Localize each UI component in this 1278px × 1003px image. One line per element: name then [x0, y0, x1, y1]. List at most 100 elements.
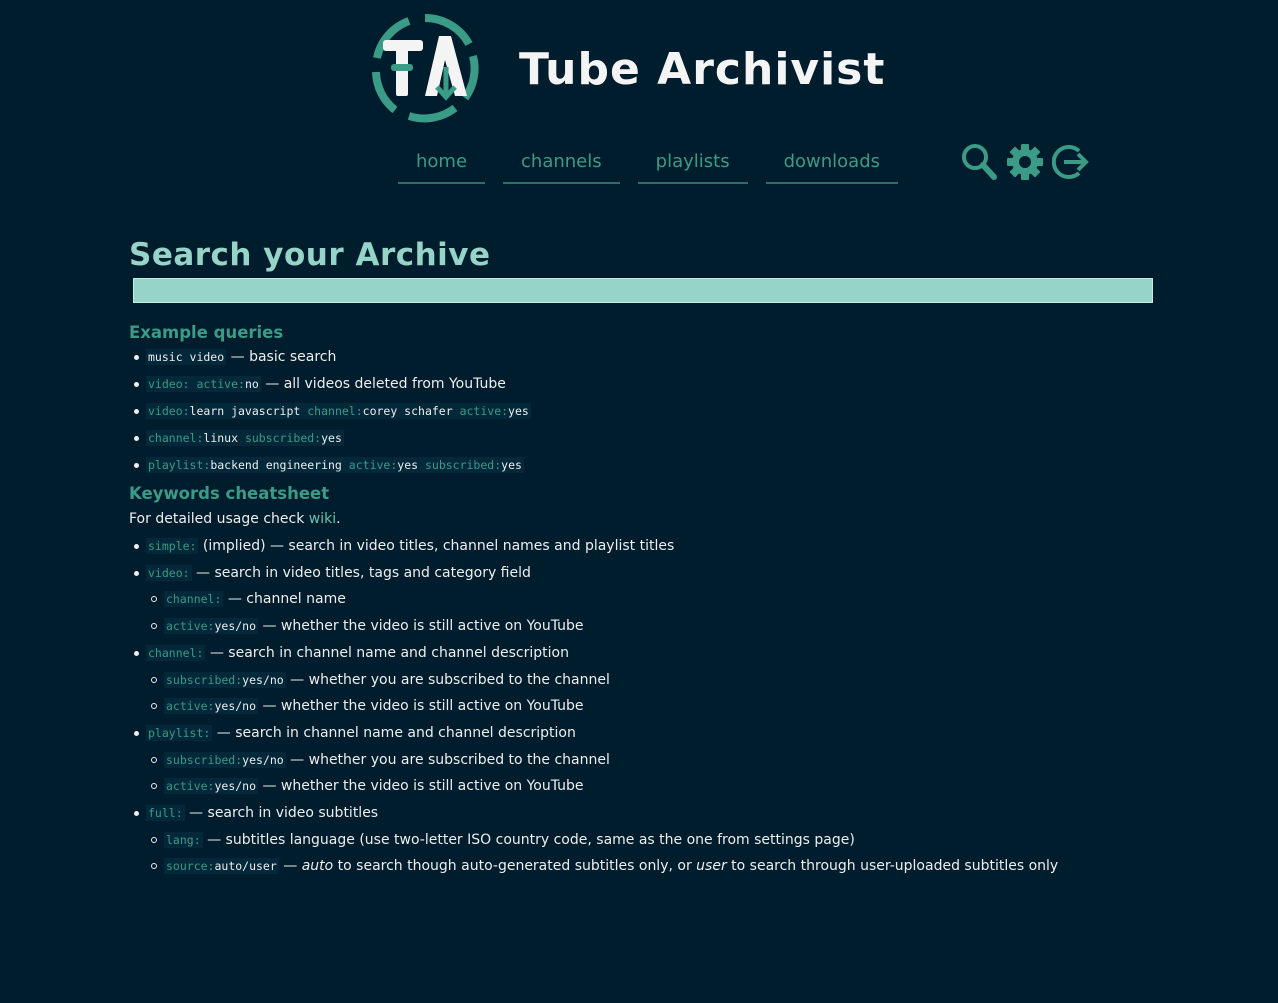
- keyword-item: lang: — subtitles language (use two-lett…: [129, 827, 1159, 854]
- keyword-description: user: [696, 858, 727, 875]
- keyword-code: lang:: [164, 831, 203, 848]
- keyword-item: playlist: — search in channel name and c…: [129, 720, 1159, 747]
- keyword-sublist-wrapper: subscribed:yes/no — whether you are subs…: [129, 747, 1159, 800]
- keyword-code: full:: [146, 805, 185, 822]
- keyword-description: — search in channel name and channel des…: [212, 724, 576, 741]
- keyword-value: yes/no: [242, 752, 284, 767]
- keyword-item: subscribed:yes/no — whether you are subs…: [129, 747, 1159, 774]
- keyword-sublist: subscribed:yes/no — whether you are subs…: [129, 667, 1159, 720]
- example-query-code: video: active:no: [146, 376, 261, 392]
- example-query-code: music video: [146, 349, 227, 365]
- keyword-item: subscribed:yes/no — whether you are subs…: [129, 667, 1159, 694]
- query-value: linux: [203, 431, 245, 445]
- nav-downloads[interactable]: downloads: [765, 144, 898, 184]
- tube-archivist-logo-icon: [372, 13, 479, 123]
- query-value: no: [244, 377, 259, 391]
- keyword-value: yes/no: [242, 672, 284, 687]
- app-logo[interactable]: Tube Archivist: [369, 12, 889, 124]
- keyword-code: subscribed:yes/no: [164, 671, 286, 688]
- keyword-name: video:: [148, 565, 190, 580]
- keyword-description: — search in video subtitles: [184, 805, 379, 822]
- query-value: yes: [397, 458, 425, 472]
- keyword-description: to search though auto-generated subtitle…: [333, 858, 697, 875]
- nav-home[interactable]: home: [398, 144, 486, 184]
- example-queries-list: music video — basic search video: active:…: [129, 344, 1159, 479]
- query-keyword: channel:: [307, 404, 363, 418]
- keyword-name: full:: [148, 806, 183, 821]
- gear-icon[interactable]: [1006, 142, 1044, 182]
- query-value: yes: [501, 458, 522, 472]
- query-keyword: active:: [459, 404, 509, 418]
- keyword-code: subscribed:yes/no: [164, 751, 286, 768]
- nav-playlists[interactable]: playlists: [637, 144, 748, 184]
- query-keyword: subscribed:: [424, 458, 502, 472]
- keyword-name: playlist:: [148, 725, 211, 740]
- page-title: Search your Archive: [129, 237, 491, 273]
- usage-suffix: .: [336, 511, 341, 527]
- cheatsheet-heading: Keywords cheatsheet: [129, 484, 330, 503]
- keyword-sublist: subscribed:yes/no — whether you are subs…: [129, 747, 1159, 800]
- keyword-code: active:yes/no: [164, 698, 259, 715]
- keyword-code: channel:: [164, 591, 224, 608]
- usage-note: For detailed usage check wiki.: [129, 505, 1159, 533]
- keyword-name: simple:: [148, 539, 197, 553]
- keyword-description: — search in video titles, tags and categ…: [191, 564, 531, 581]
- search-input[interactable]: [133, 278, 1153, 303]
- keyword-name: active:: [166, 779, 215, 794]
- nav-channels[interactable]: channels: [503, 144, 620, 184]
- nav-icon-bar: [960, 142, 1090, 182]
- keyword-item: video: — search in video titles, tags an…: [129, 560, 1159, 587]
- keywords-list: simple: (implied) — search in video titl…: [129, 533, 1159, 880]
- keyword-name: channel:: [166, 592, 222, 607]
- keyword-value: auto/user: [214, 859, 277, 874]
- keyword-sublist-wrapper: channel: — channel name active:yes/no — w…: [129, 586, 1159, 639]
- keyword-description: — whether the video is still active on Y…: [258, 698, 584, 715]
- keyword-name: active:: [166, 699, 215, 714]
- query-keyword: video:: [148, 404, 190, 418]
- keyword-description: — whether you are subscribed to the chan…: [285, 671, 610, 688]
- query-keyword: subscribed:: [244, 431, 322, 445]
- keyword-description: — subtitles language (use two-letter ISO…: [202, 831, 855, 848]
- keyword-description: (implied) — search in video titles, chan…: [198, 538, 675, 554]
- query-keyword: active:: [348, 458, 398, 472]
- query-value: learn javascript: [189, 404, 308, 418]
- example-query-code: channel:linux subscribed:yes: [146, 430, 344, 446]
- keyword-code: video:: [146, 564, 192, 581]
- keyword-item: active:yes/no — whether the video is sti…: [129, 613, 1159, 640]
- keyword-code: playlist:: [146, 724, 213, 741]
- examples-heading: Example queries: [129, 323, 284, 342]
- keyword-description: auto: [301, 858, 334, 875]
- query-value: corey schafer: [362, 404, 460, 418]
- keyword-value: yes/no: [214, 699, 257, 714]
- wiki-link[interactable]: wiki: [309, 511, 336, 527]
- example-description: — basic search: [226, 349, 337, 365]
- keyword-code: simple:: [146, 538, 199, 554]
- search-icon[interactable]: [960, 142, 998, 182]
- keyword-code: channel:: [146, 644, 206, 661]
- query-keyword: playlist:: [148, 458, 211, 472]
- logout-icon[interactable]: [1051, 142, 1090, 182]
- query-value: yes: [508, 404, 529, 418]
- keyword-description: — whether the video is still active on Y…: [258, 618, 584, 635]
- keyword-item: active:yes/no — whether the video is sti…: [129, 693, 1159, 720]
- keyword-code: active:yes/no: [164, 618, 259, 635]
- example-query-item: video:learn javascript channel:corey sch…: [129, 398, 1159, 425]
- example-query-item: channel:linux subscribed:yes: [129, 425, 1159, 452]
- query-value: yes: [321, 431, 342, 445]
- keyword-value: yes/no: [214, 779, 257, 794]
- keyword-value: yes/no: [214, 619, 257, 634]
- keyword-name: subscribed:: [166, 752, 243, 767]
- search-page: Search your Archive Example queries musi…: [129, 234, 1159, 880]
- query-keyword: channel:: [148, 431, 204, 445]
- example-query-item: music video — basic search: [129, 344, 1159, 371]
- query-value: backend engineering: [210, 458, 349, 472]
- keyword-item: active:yes/no — whether the video is sti…: [129, 773, 1159, 800]
- app-title: Tube Archivist: [519, 44, 886, 95]
- example-query-code: video:learn javascript channel:corey sch…: [146, 403, 531, 419]
- query-keyword: video:: [148, 377, 190, 391]
- keyword-item: full: — search in video subtitles: [129, 800, 1159, 827]
- keyword-description: to search through user-uploaded subtitle…: [726, 858, 1059, 875]
- keyword-code: active:yes/no: [164, 778, 259, 795]
- keyword-sublist-wrapper: lang: — subtitles language (use two-lett…: [129, 827, 1159, 880]
- example-query-item: video: active:no — all videos deleted fr…: [129, 371, 1159, 398]
